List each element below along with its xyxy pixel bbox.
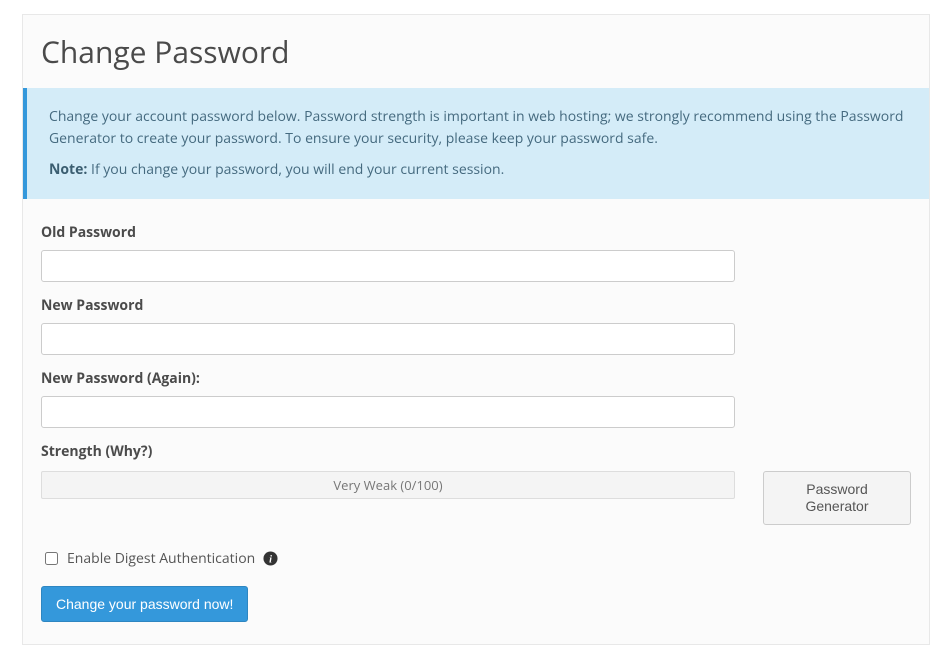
password-generator-button[interactable]: Password Generator xyxy=(763,471,911,525)
svg-text:i: i xyxy=(269,554,272,565)
strength-meter: Very Weak (0/100) xyxy=(41,471,735,499)
new-password-label: New Password xyxy=(41,296,911,315)
info-circle-icon[interactable]: i xyxy=(263,551,278,566)
page-title: Change Password xyxy=(41,31,929,72)
alert-intro-text: Change your account password below. Pass… xyxy=(49,106,907,149)
new-password-again-input[interactable] xyxy=(41,396,735,428)
strength-label-suffix: ) xyxy=(148,442,153,461)
strength-group: Strength (Why?) Very Weak (0/100) Passwo… xyxy=(41,442,911,525)
change-password-submit-button[interactable]: Change your password now! xyxy=(41,586,248,623)
old-password-label: Old Password xyxy=(41,223,911,242)
digest-auth-row: Enable Digest Authentication i xyxy=(41,549,911,568)
old-password-input[interactable] xyxy=(41,250,735,282)
info-alert: Change your account password below. Pass… xyxy=(23,88,929,199)
alert-note-label: Note: xyxy=(49,160,87,179)
new-password-again-label: New Password (Again): xyxy=(41,369,911,388)
alert-note-text: If you change your password, you will en… xyxy=(87,160,504,179)
digest-auth-label[interactable]: Enable Digest Authentication xyxy=(67,549,255,568)
strength-label: Strength (Why?) xyxy=(41,442,152,461)
strength-label-prefix: Strength ( xyxy=(41,442,110,461)
new-password-input[interactable] xyxy=(41,323,735,355)
strength-why-link[interactable]: Why? xyxy=(110,442,147,461)
old-password-group: Old Password xyxy=(41,223,911,282)
new-password-again-group: New Password (Again): xyxy=(41,369,911,428)
alert-note: Note: If you change your password, you w… xyxy=(49,159,907,181)
change-password-panel: Change Password Change your account pass… xyxy=(22,14,930,645)
digest-auth-checkbox[interactable] xyxy=(45,552,58,565)
new-password-group: New Password xyxy=(41,296,911,355)
change-password-form: Old Password New Password New Password (… xyxy=(23,223,929,644)
